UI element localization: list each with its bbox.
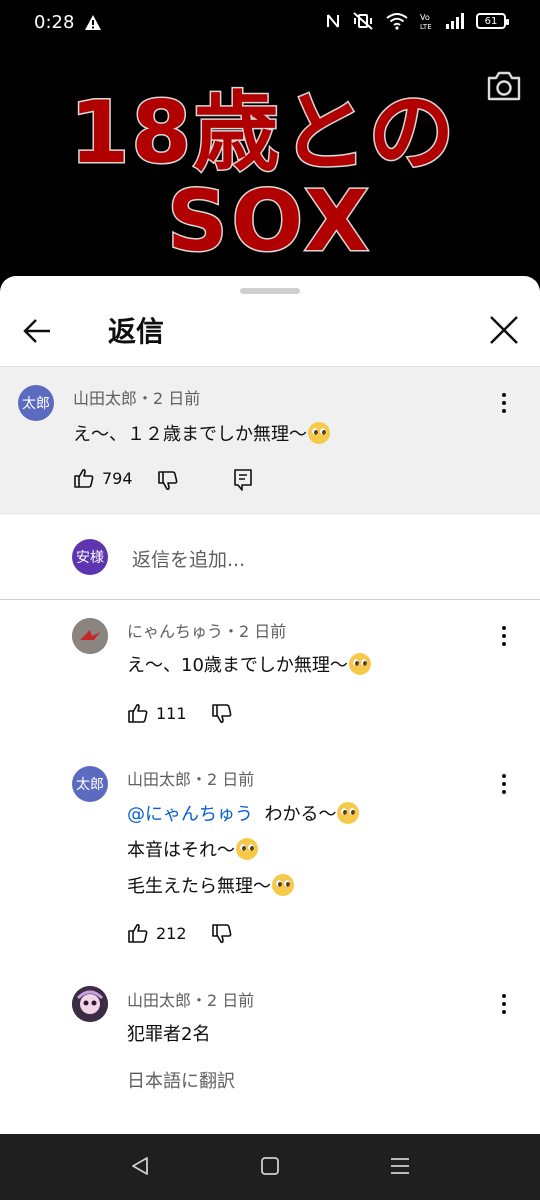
svg-text:LTE: LTE [420,23,432,30]
comment-text-content: え〜、１２歳までしか無理〜 [73,424,307,445]
page-title: 返信 [108,315,165,348]
video-title-line2: SOX [166,171,373,272]
wifi-icon [386,13,408,30]
character-avatar-icon [72,986,108,1022]
replies-sheet: 返信 太郎 山田太郎・2 日前 え〜、１２歳までしか無理〜 794 安様 返信を… [0,276,540,1134]
status-bar: 0:28 Vo LTE 61 [0,0,540,46]
status-time: 0:28 [34,12,75,33]
comment-text-content: え〜、10歳までしか無理〜 [127,655,348,676]
avatar[interactable] [72,986,108,1022]
comment-text-content: 毛生えたら無理〜 [127,876,271,897]
status-icons: Vo LTE 61 [326,12,509,30]
avatar: 安様 [72,539,108,575]
mention-link[interactable]: @にゃんちゅう [127,804,253,825]
add-reply-input[interactable]: 返信を追加... [132,545,245,572]
comment-text: え〜、１２歳までしか無理〜 [73,420,330,446]
like-count: 794 [102,468,133,488]
comment-meta: 山田太郎・2 日前 [73,389,201,408]
pleading-face-emoji [348,653,371,675]
drag-handle[interactable] [240,288,300,294]
video-player[interactable]: 18歳との SOX [0,46,540,280]
pleading-face-emoji [308,422,330,444]
vibrate-mute-icon [353,12,373,30]
pleading-face-emoji [236,838,258,860]
more-options-icon[interactable] [494,624,514,648]
comment-meta: にゃんちゅう・2 日前 [127,622,287,641]
avatar[interactable]: 太郎 [18,385,54,421]
thumbs-up-icon [128,703,148,723]
nfc-icon [327,14,339,28]
thumbs-down-icon[interactable] [212,704,232,724]
pleading-face-emoji [337,802,360,824]
comment-text-content: 本音はそれ〜 [127,840,235,861]
translate-link[interactable]: 日本語に翻訳 [127,1067,235,1093]
camera-icon[interactable] [486,70,522,102]
thumbs-up-icon [74,468,94,488]
battery-icon: 61 [476,13,509,29]
thumbs-down-icon[interactable] [212,924,232,944]
back-triangle-icon[interactable] [130,1156,150,1176]
pleading-face-emoji [272,874,294,896]
more-options-icon[interactable] [494,772,514,796]
like-count: 212 [156,923,187,943]
like-button[interactable]: 111 [128,703,187,723]
comment-text-content: わかる〜 [264,804,337,825]
system-nav-bar [0,1134,540,1200]
reply-comment-icon[interactable] [234,469,252,491]
close-icon[interactable] [488,314,520,346]
video-title-line1: 18歳との [68,82,457,185]
more-options-icon[interactable] [494,391,514,415]
comment-text: 毛生えたら無理〜 [127,872,294,898]
comment-text: 犯罪者2名 [127,1024,211,1045]
crane-icon [72,618,108,654]
comment-meta: 山田太郎・2 日前 [127,770,255,789]
warning-icon [85,15,101,30]
like-button[interactable]: 212 [128,923,187,943]
avatar[interactable]: 太郎 [72,766,108,802]
back-arrow-icon[interactable] [22,316,52,346]
like-button[interactable]: 794 [74,468,133,488]
parent-comment: 太郎 山田太郎・2 日前 え〜、１２歳までしか無理〜 794 [0,367,540,515]
comment-text: え〜、10歳までしか無理〜 [127,651,371,677]
signal-icon [446,13,464,29]
more-options-icon[interactable] [494,992,514,1016]
divider [0,599,540,600]
thumbs-down-icon[interactable] [158,471,178,491]
svg-text:Vo: Vo [420,13,430,22]
like-count: 111 [156,703,187,723]
comment-text: @にゃんちゅう わかる〜 [127,800,360,826]
sheet-header: 返信 [0,296,540,366]
comment-text: 本音はそれ〜 [127,836,258,862]
avatar[interactable] [72,618,108,654]
thumbs-up-icon [128,923,148,943]
add-reply-row[interactable]: 安様 返信を追加... [0,515,540,599]
home-square-icon[interactable] [260,1156,280,1176]
comment-meta: 山田太郎・2 日前 [127,991,255,1010]
volte-icon: VoLTE [420,13,432,30]
menu-icon[interactable] [390,1156,410,1176]
